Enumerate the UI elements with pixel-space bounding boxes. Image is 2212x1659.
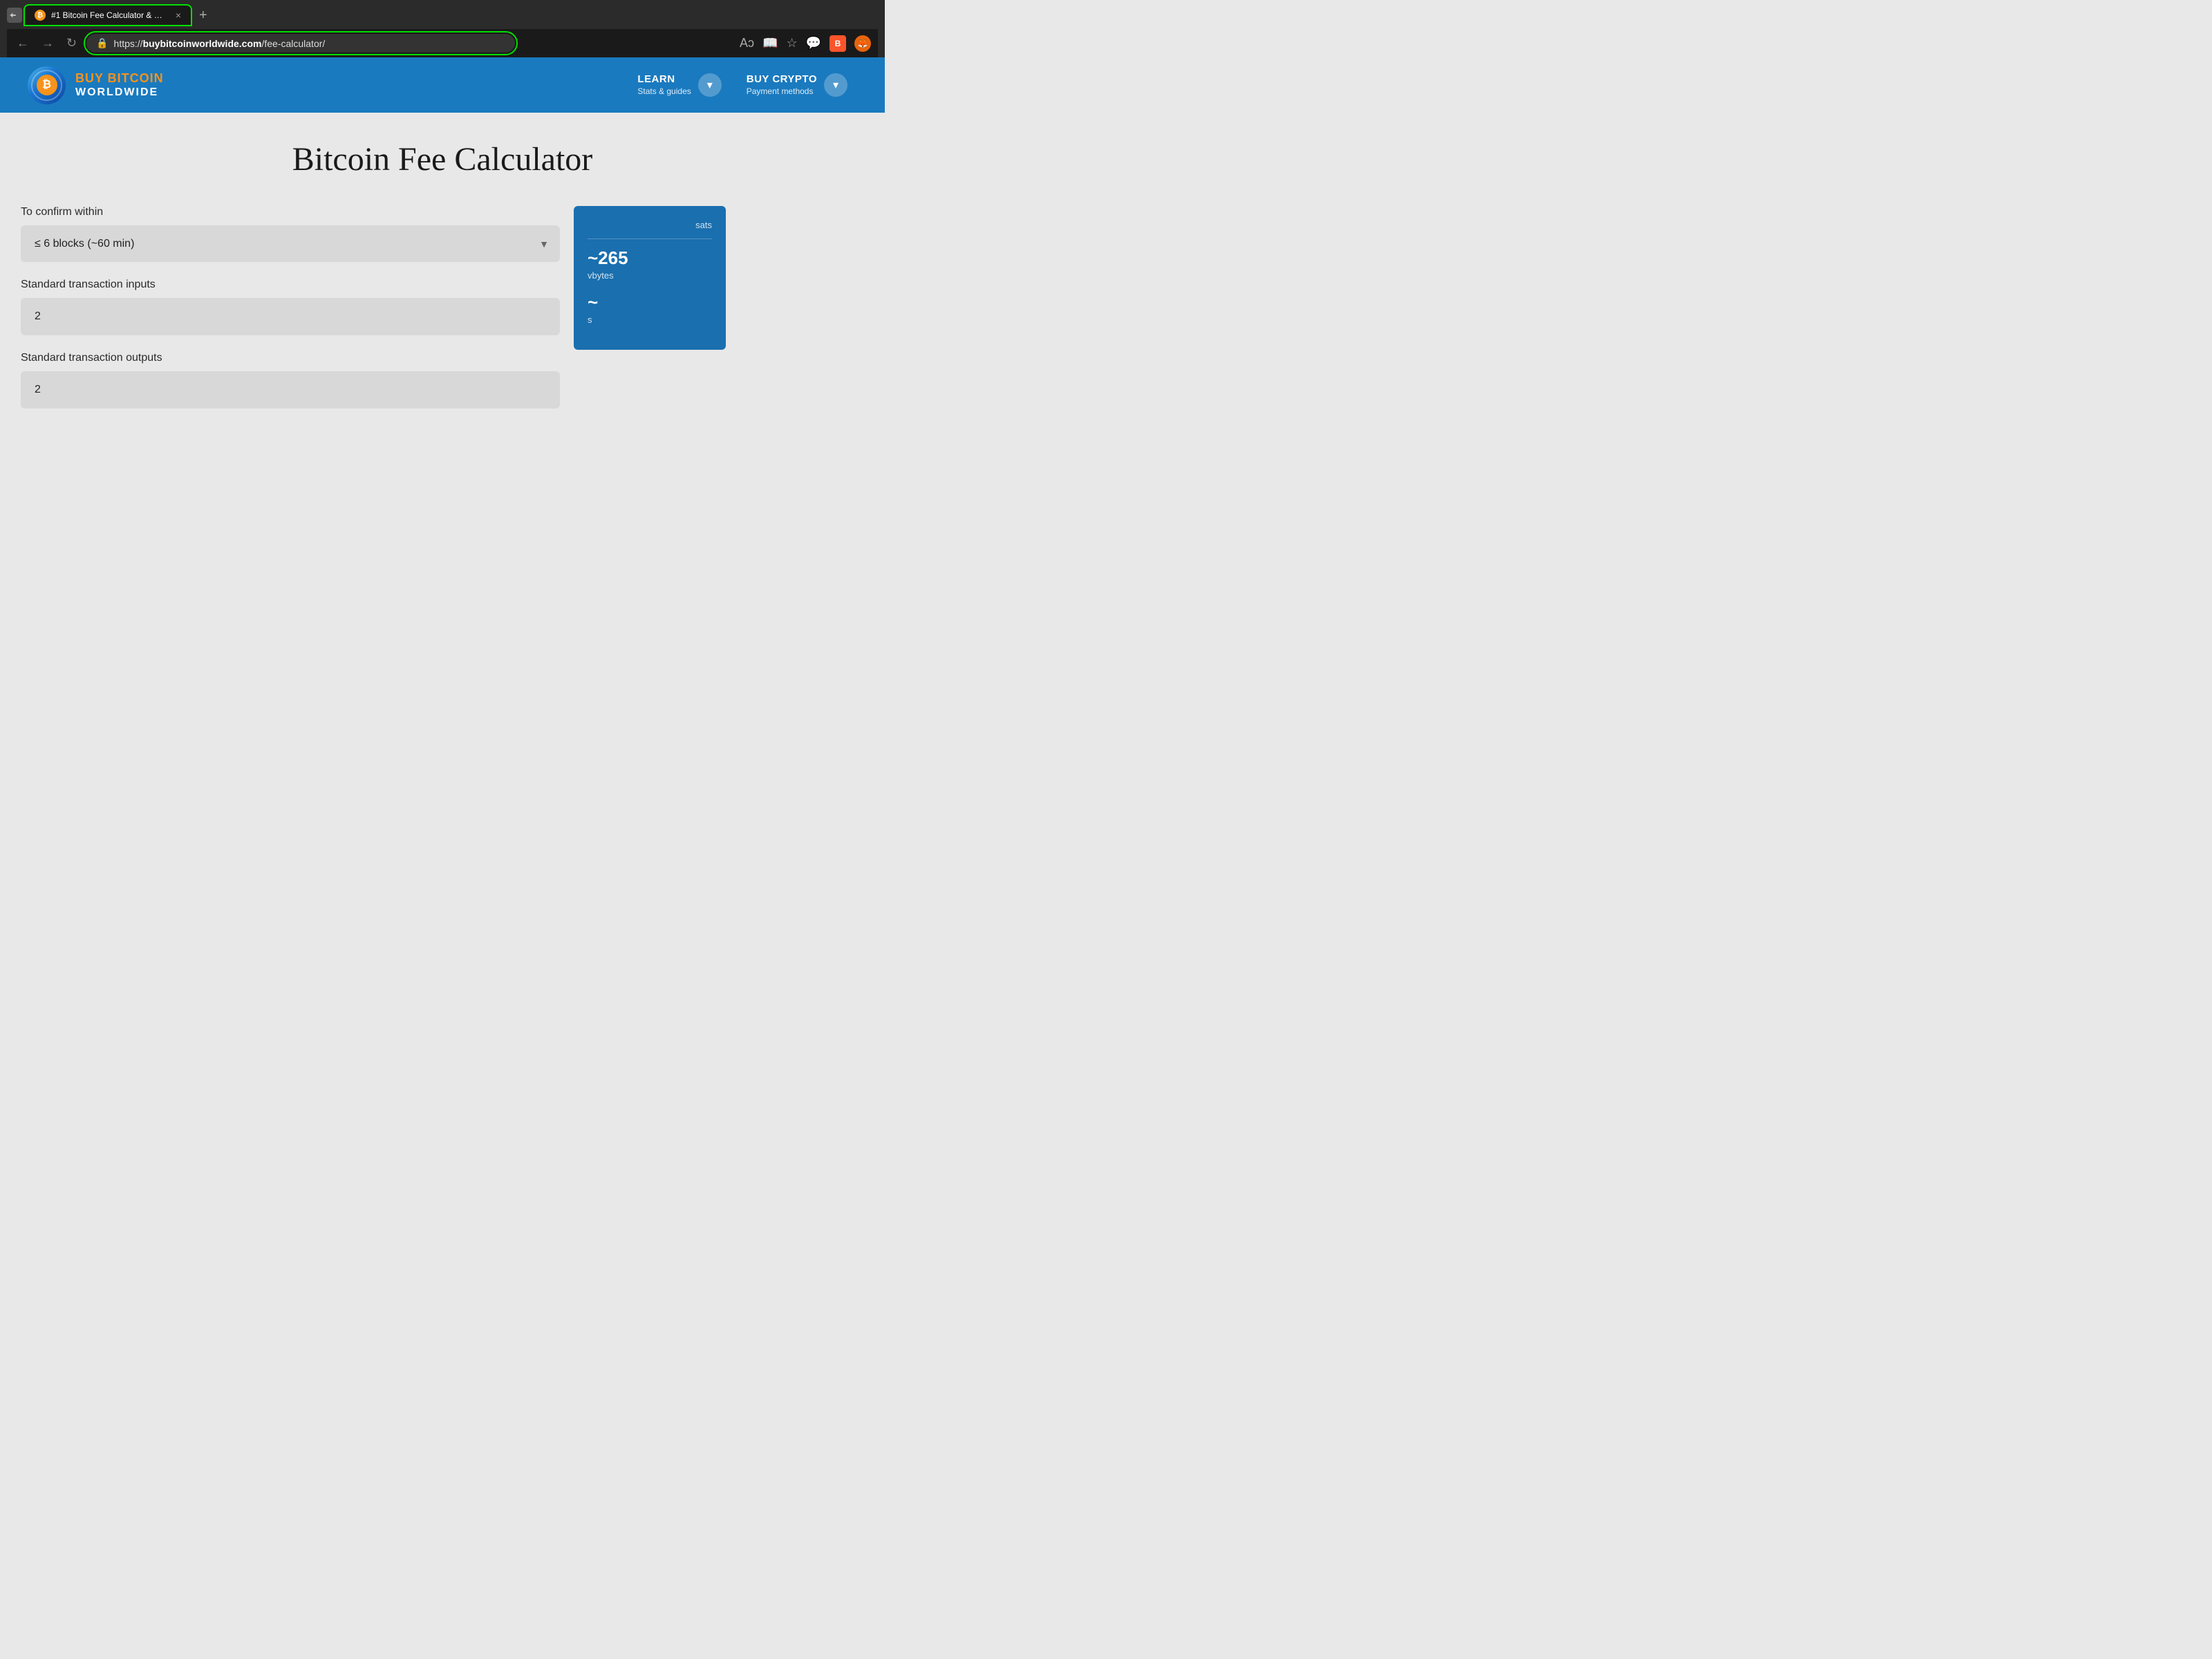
logo-line1: BUY BITCOIN xyxy=(75,71,164,86)
back-button[interactable]: ← xyxy=(14,33,32,53)
brave-shields-icon[interactable]: B xyxy=(830,35,846,52)
confirm-within-group: To confirm within ≤ 6 blocks (~60 min) xyxy=(21,206,560,262)
tx-inputs-group: Standard transaction inputs xyxy=(21,279,560,335)
tx-outputs-group: Standard transaction outputs xyxy=(21,352,560,409)
learn-dropdown-button[interactable]: ▾ xyxy=(698,73,722,97)
website-content: ₿ BUY BITCOIN WORLDWIDE LEARN Stats & gu… xyxy=(0,57,885,527)
site-logo[interactable]: ₿ BUY BITCOIN WORLDWIDE xyxy=(28,66,164,104)
nav-learn-subtitle: Stats & guides xyxy=(637,86,691,97)
result-unit-label: sats xyxy=(588,220,712,230)
new-tab-button[interactable]: + xyxy=(194,8,213,24)
tx-outputs-input[interactable] xyxy=(21,371,560,409)
forward-button[interactable]: → xyxy=(39,33,57,53)
metamask-icon[interactable]: 🦊 xyxy=(854,35,871,52)
reading-view-icon[interactable]: 📖 xyxy=(762,36,778,50)
browser-chrome: ₿ #1 Bitcoin Fee Calculator & Estin × + … xyxy=(0,0,885,57)
calculator-form: To confirm within ≤ 6 blocks (~60 min) S… xyxy=(21,206,560,425)
tab-title: #1 Bitcoin Fee Calculator & Estin xyxy=(51,10,166,20)
confirm-within-label: To confirm within xyxy=(21,206,560,218)
second-value: ~ xyxy=(588,292,712,313)
tab-close-button[interactable]: × xyxy=(176,10,181,21)
results-panel: sats ~265 vbytes ~ s xyxy=(574,206,726,350)
btc-symbol: ₿ xyxy=(37,75,57,95)
window-control-back[interactable] xyxy=(7,8,22,23)
nav-buy-crypto-title: BUY CRYPTO xyxy=(747,73,817,86)
vbytes-result-row: ~265 vbytes xyxy=(588,247,712,281)
nav-learn-title: LEARN xyxy=(637,73,691,86)
second-result-row: ~ s xyxy=(588,292,712,325)
browser-tab-active[interactable]: ₿ #1 Bitcoin Fee Calculator & Estin × xyxy=(25,6,191,25)
nav-links: LEARN Stats & guides ▾ BUY CRYPTO Paymen… xyxy=(628,67,857,102)
address-bar[interactable]: 🔒 https://buybitcoinworldwide.com/fee-ca… xyxy=(86,34,515,53)
confirm-within-select[interactable]: ≤ 6 blocks (~60 min) xyxy=(21,225,560,262)
read-aloud-icon[interactable]: Aↄ xyxy=(740,36,754,50)
favorites-icon[interactable]: ☆ xyxy=(786,36,797,50)
nav-learn[interactable]: LEARN Stats & guides ▾ xyxy=(628,67,731,102)
page-title: Bitcoin Fee Calculator xyxy=(21,140,864,178)
logo-line2: WORLDWIDE xyxy=(75,86,164,99)
browser-toolbar: ← → ↻ 🔒 https://buybitcoinworldwide.com/… xyxy=(7,29,878,57)
browser-extension-icon[interactable]: 💬 xyxy=(806,36,821,50)
refresh-button[interactable]: ↻ xyxy=(64,33,79,53)
lock-icon: 🔒 xyxy=(96,37,108,49)
tab-favicon: ₿ xyxy=(35,10,46,21)
tx-outputs-label: Standard transaction outputs xyxy=(21,352,560,364)
address-text: https://buybitcoinworldwide.com/fee-calc… xyxy=(114,38,506,49)
vbytes-label: vbytes xyxy=(588,270,712,281)
tx-inputs-input[interactable] xyxy=(21,298,560,335)
result-divider-top xyxy=(588,238,712,239)
site-nav: ₿ BUY BITCOIN WORLDWIDE LEARN Stats & gu… xyxy=(0,57,885,113)
calculator-layout: To confirm within ≤ 6 blocks (~60 min) S… xyxy=(21,206,864,425)
logo-text: BUY BITCOIN WORLDWIDE xyxy=(75,71,164,100)
nav-buy-crypto-text: BUY CRYPTO Payment methods xyxy=(747,73,817,97)
logo-icon: ₿ xyxy=(28,66,66,104)
second-label: s xyxy=(588,315,712,325)
buy-crypto-dropdown-button[interactable]: ▾ xyxy=(824,73,847,97)
toolbar-actions: Aↄ 📖 ☆ 💬 B 🦊 xyxy=(740,35,871,52)
confirm-within-select-wrapper: ≤ 6 blocks (~60 min) xyxy=(21,225,560,262)
tab-bar: ₿ #1 Bitcoin Fee Calculator & Estin × + xyxy=(7,6,878,25)
nav-learn-text: LEARN Stats & guides xyxy=(637,73,691,97)
tx-inputs-label: Standard transaction inputs xyxy=(21,279,560,291)
nav-buy-crypto[interactable]: BUY CRYPTO Payment methods ▾ xyxy=(737,67,857,102)
main-content: Bitcoin Fee Calculator To confirm within… xyxy=(0,113,885,527)
vbytes-value: ~265 xyxy=(588,247,712,269)
nav-buy-crypto-subtitle: Payment methods xyxy=(747,86,817,97)
